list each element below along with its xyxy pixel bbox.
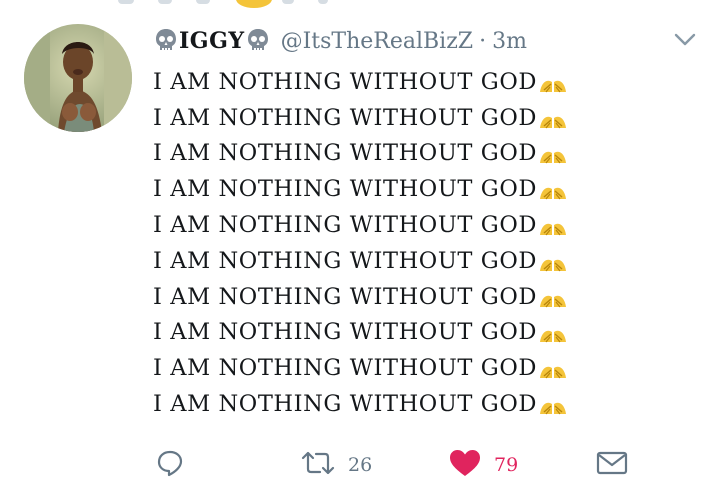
tweet-line: I AM NOTHING WITHOUT GOD xyxy=(153,315,673,351)
avatar[interactable] xyxy=(24,24,132,132)
tweet-line-text: I AM NOTHING WITHOUT GOD xyxy=(153,104,538,131)
tweet-line: I AM NOTHING WITHOUT GOD xyxy=(153,171,673,207)
tweet-header: IGGY @ItsTheRealBizZ · 3m xyxy=(155,24,527,58)
retweet-button[interactable]: 26 xyxy=(300,445,372,485)
tweet-line: I AM NOTHING WITHOUT GOD xyxy=(153,243,673,279)
tweet-line-text: I AM NOTHING WITHOUT GOD xyxy=(153,283,538,310)
tweet-line: I AM NOTHING WITHOUT GOD xyxy=(153,350,673,386)
tweet-line: I AM NOTHING WITHOUT GOD xyxy=(153,64,673,100)
tweet-line-text: I AM NOTHING WITHOUT GOD xyxy=(153,212,538,239)
folded-hands-icon xyxy=(538,392,568,416)
direct-message-button[interactable] xyxy=(596,445,628,485)
chevron-down-icon[interactable] xyxy=(674,32,696,48)
tweet-line: I AM NOTHING WITHOUT GOD xyxy=(153,279,673,315)
folded-hands-icon xyxy=(538,177,568,201)
reply-button[interactable] xyxy=(155,445,197,485)
tweet-line: I AM NOTHING WITHOUT GOD xyxy=(153,207,673,243)
tweet-line: I AM NOTHING WITHOUT GOD xyxy=(153,100,673,136)
skull-icon xyxy=(155,28,177,54)
folded-hands-icon xyxy=(538,106,568,130)
folded-hands-icon xyxy=(538,356,568,380)
tweet-line-text: I AM NOTHING WITHOUT GOD xyxy=(153,319,538,346)
folded-hands-icon xyxy=(538,141,568,165)
reply-icon xyxy=(155,448,185,482)
previous-tweet-remnant xyxy=(0,0,720,10)
tweet-line-text: I AM NOTHING WITHOUT GOD xyxy=(153,140,538,167)
tweet-line: I AM NOTHING WITHOUT GOD xyxy=(153,136,673,172)
folded-hands-icon xyxy=(538,70,568,94)
skull-icon xyxy=(247,28,269,54)
separator-dot: · xyxy=(479,28,487,54)
like-count: 79 xyxy=(494,454,519,476)
retweet-count: 26 xyxy=(348,454,373,476)
like-button[interactable]: 79 xyxy=(448,445,518,485)
tweet-actions: 26 79 xyxy=(0,445,720,485)
tweet-line-text: I AM NOTHING WITHOUT GOD xyxy=(153,176,538,203)
tweet-timestamp[interactable]: 3m xyxy=(492,29,527,54)
display-name[interactable]: IGGY xyxy=(179,28,245,54)
retweet-icon xyxy=(300,448,336,482)
tweet-line-text: I AM NOTHING WITHOUT GOD xyxy=(153,68,538,95)
tweet-line-text: I AM NOTHING WITHOUT GOD xyxy=(153,391,538,418)
tweet-line: I AM NOTHING WITHOUT GOD xyxy=(153,386,673,422)
tweet-line-text: I AM NOTHING WITHOUT GOD xyxy=(153,355,538,382)
envelope-icon xyxy=(596,448,628,482)
folded-hands-icon xyxy=(538,320,568,344)
folded-hands-icon xyxy=(538,213,568,237)
heart-icon xyxy=(448,448,482,482)
folded-hands-icon xyxy=(538,249,568,273)
tweet-line-text: I AM NOTHING WITHOUT GOD xyxy=(153,247,538,274)
user-handle[interactable]: @ItsTheRealBizZ xyxy=(281,29,474,54)
folded-hands-icon xyxy=(538,285,568,309)
tweet-text: I AM NOTHING WITHOUT GOD I AM NOTHING WI… xyxy=(153,64,673,422)
